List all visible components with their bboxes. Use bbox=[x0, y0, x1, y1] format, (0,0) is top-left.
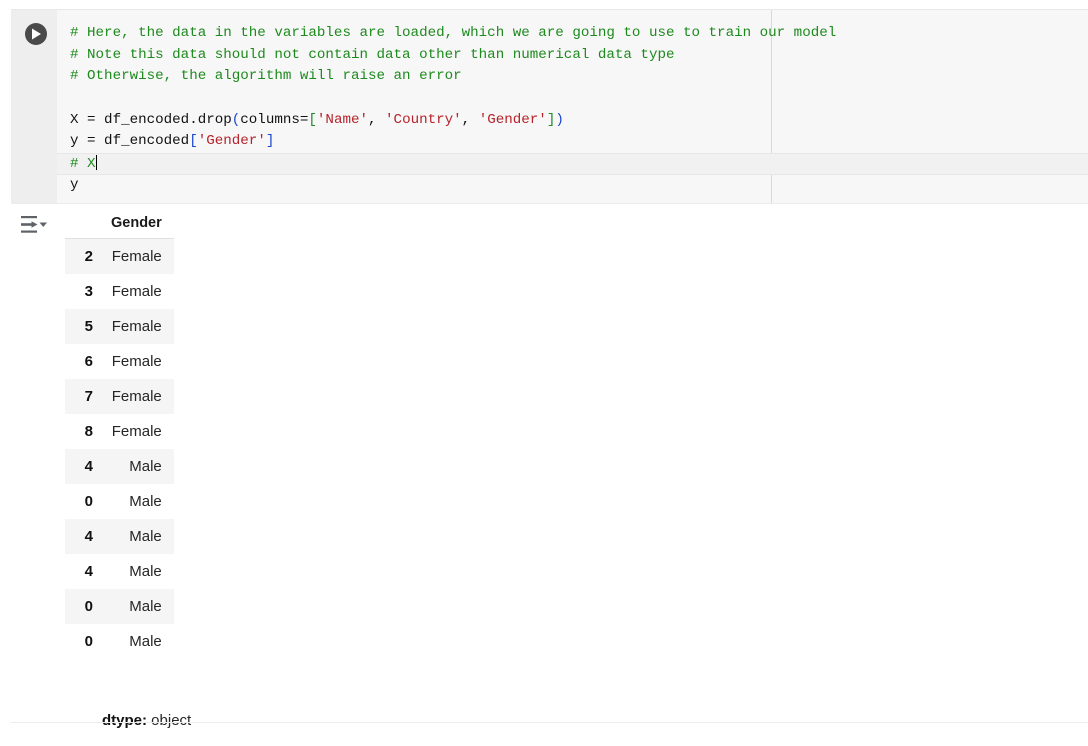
run-cell-button[interactable] bbox=[25, 23, 47, 45]
code-line[interactable] bbox=[57, 88, 1088, 110]
code-token-comment: # Note this data should not contain data… bbox=[70, 46, 675, 63]
code-token-plain: y = df_encoded bbox=[70, 133, 190, 150]
cell-output: Gender 2 Female 3 Female 5 Female 6 Female 7 Fema… bbox=[11, 203, 1088, 729]
table-row: 2 Female bbox=[65, 238, 174, 274]
code-token-comment: # Otherwise, the algorithm will raise an… bbox=[70, 68, 462, 85]
series-value-cell: Female bbox=[99, 344, 174, 379]
series-dtype-line: dtype: object bbox=[77, 695, 191, 746]
series-value-cell: Male bbox=[99, 449, 174, 484]
series-index-cell: 5 bbox=[65, 309, 99, 344]
table-row: 4 Male bbox=[65, 554, 174, 589]
code-line[interactable]: # X bbox=[57, 153, 1088, 175]
code-token-plain: columns= bbox=[240, 111, 309, 128]
code-cell[interactable]: # Here, the data in the variables are lo… bbox=[11, 9, 1088, 204]
code-line[interactable]: # Otherwise, the algorithm will raise an… bbox=[57, 66, 1088, 88]
table-row: 0 Male bbox=[65, 484, 174, 519]
series-table-head: Gender bbox=[65, 210, 174, 239]
series-value-cell: Male bbox=[99, 519, 174, 554]
series-value-cell: Female bbox=[99, 238, 174, 274]
series-index-cell: 6 bbox=[65, 344, 99, 379]
code-token-comment: # X bbox=[70, 156, 96, 173]
series-index-cell: 2 bbox=[65, 238, 99, 274]
code-token-paren-b: ) bbox=[555, 111, 564, 128]
code-token-str: 'Name' bbox=[316, 111, 369, 128]
series-value-cell: Female bbox=[99, 379, 174, 414]
series-index-cell: 4 bbox=[65, 519, 99, 554]
pandas-series-output: Gender 2 Female 3 Female 5 Female 6 Female 7 Fema… bbox=[57, 204, 1057, 659]
code-line[interactable]: X = df_encoded.drop(columns=['Name', 'Co… bbox=[57, 110, 1088, 132]
table-row: 0 Male bbox=[65, 624, 174, 659]
code-token-plain: y bbox=[70, 176, 79, 193]
series-index-cell: 0 bbox=[65, 589, 99, 624]
output-gutter bbox=[11, 204, 57, 723]
code-token-str: 'Country' bbox=[385, 111, 462, 128]
code-token-paren-b: [ bbox=[189, 133, 198, 150]
code-token-paren-b: ] bbox=[265, 133, 275, 150]
code-token-plain: , bbox=[461, 111, 479, 128]
series-table-body: 2 Female 3 Female 5 Female 6 Female 7 Female 8 Fema… bbox=[65, 238, 174, 659]
table-row: 6 Female bbox=[65, 344, 174, 379]
code-token-str: 'Gender' bbox=[478, 111, 547, 128]
code-line[interactable]: # Here, the data in the variables are lo… bbox=[57, 23, 1088, 45]
series-index-cell: 3 bbox=[65, 274, 99, 309]
series-value-cell: Male bbox=[99, 589, 174, 624]
table-row: 8 Female bbox=[65, 414, 174, 449]
index-column-header bbox=[65, 210, 99, 239]
code-token-comment: # Here, the data in the variables are lo… bbox=[70, 25, 837, 41]
series-index-cell: 0 bbox=[65, 484, 99, 519]
play-icon bbox=[31, 28, 42, 40]
code-token-str: 'Gender' bbox=[197, 133, 266, 150]
table-row: 5 Female bbox=[65, 309, 174, 344]
dtype-label: dtype: bbox=[102, 712, 148, 729]
code-cell-gutter bbox=[11, 10, 57, 204]
series-index-cell: 4 bbox=[65, 449, 99, 484]
code-line[interactable]: y = df_encoded['Gender'] bbox=[57, 131, 1088, 153]
series-value-cell: Male bbox=[99, 554, 174, 589]
code-lines: # Here, the data in the variables are lo… bbox=[57, 23, 1088, 197]
table-row: 0 Male bbox=[65, 589, 174, 624]
table-row: 7 Female bbox=[65, 379, 174, 414]
text-cursor bbox=[95, 155, 98, 171]
series-value-cell: Male bbox=[99, 484, 174, 519]
table-row: 4 Male bbox=[65, 449, 174, 484]
table-row: 4 Male bbox=[65, 519, 174, 554]
series-index-cell: 0 bbox=[65, 624, 99, 659]
code-token-paren-b: ( bbox=[231, 111, 241, 128]
series-value-cell: Female bbox=[99, 274, 174, 309]
code-editor[interactable]: # Here, the data in the variables are lo… bbox=[57, 10, 1088, 204]
series-index-cell: 4 bbox=[65, 554, 99, 589]
table-row: 3 Female bbox=[65, 274, 174, 309]
series-index-cell: 7 bbox=[65, 379, 99, 414]
series-header-row: Gender bbox=[65, 210, 174, 239]
series-column-header: Gender bbox=[99, 210, 174, 239]
output-bottom-border bbox=[11, 722, 1088, 723]
notebook-cell: # Here, the data in the variables are lo… bbox=[11, 9, 1088, 729]
series-value-cell: Female bbox=[99, 309, 174, 344]
code-token-plain: X = df_encoded.drop bbox=[70, 111, 232, 128]
series-table: Gender 2 Female 3 Female 5 Female 6 Female 7 Fema… bbox=[65, 210, 174, 659]
output-actions-filter-icon[interactable] bbox=[19, 212, 49, 238]
dtype-value: object bbox=[147, 712, 192, 729]
series-value-cell: Male bbox=[99, 624, 174, 659]
code-line[interactable]: y bbox=[57, 175, 1088, 197]
series-value-cell: Female bbox=[99, 414, 174, 449]
code-token-paren-g: [ bbox=[308, 111, 317, 128]
series-index-cell: 8 bbox=[65, 414, 99, 449]
code-token-plain: , bbox=[368, 111, 386, 128]
code-line[interactable]: # Note this data should not contain data… bbox=[57, 45, 1088, 67]
